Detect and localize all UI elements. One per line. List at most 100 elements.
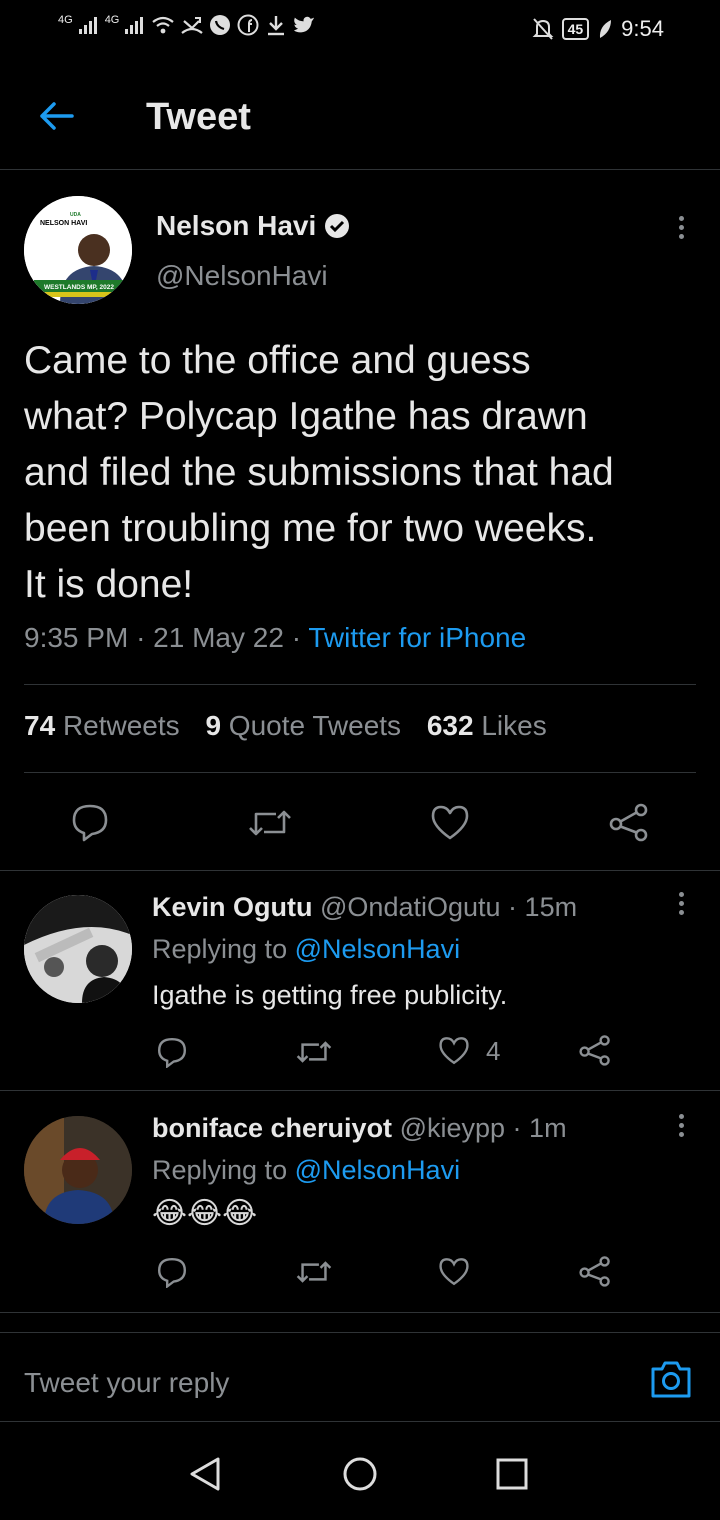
like-heart-icon[interactable] <box>430 804 470 842</box>
reply-more-options-icon[interactable] <box>666 1110 696 1150</box>
tweet-line: been troubling me for two weeks. <box>24 507 597 550</box>
mute-bell-icon <box>532 18 554 40</box>
retweets-stat[interactable]: 74 Retweets <box>24 710 180 741</box>
missed-call-icon <box>181 17 204 34</box>
replying-to-link[interactable]: @NelsonHavi <box>295 934 460 964</box>
clock: 9:54 <box>621 16 664 41</box>
avatar-image: NELSON HAVI UDA WESTLANDS MP, 2022 <box>24 196 132 304</box>
status-bar: 4G 4G 45 9:54 <box>0 0 720 62</box>
charging-icon <box>600 20 612 38</box>
more-options-icon[interactable] <box>666 212 696 252</box>
author-name[interactable]: Nelson Havi <box>156 210 350 242</box>
divider <box>0 870 720 871</box>
back-arrow-icon[interactable] <box>34 94 78 138</box>
author-avatar[interactable]: NELSON HAVI UDA WESTLANDS MP, 2022 <box>24 196 132 304</box>
reply-avatar[interactable] <box>24 895 132 1003</box>
share-icon[interactable] <box>578 1034 612 1066</box>
reply-author-handle[interactable]: @OndatiOgutu <box>320 892 501 922</box>
meta-separator: · <box>291 622 309 653</box>
reply-time: 15m <box>524 892 578 922</box>
signal-icon-2 <box>125 17 144 34</box>
reply-composer[interactable]: Tweet your reply <box>0 1332 720 1422</box>
facebook-icon <box>237 14 259 36</box>
tweet-date: 21 May 22 <box>153 622 284 653</box>
signal-label-2: 4G <box>104 14 120 26</box>
reply-more-options-icon[interactable] <box>666 888 696 928</box>
like-heart-icon[interactable] <box>438 1036 470 1066</box>
divider <box>24 772 696 773</box>
reply-header: Kevin Ogutu @OndatiOgutu · 15m <box>152 892 577 923</box>
tweet-line: It is done! <box>24 563 194 606</box>
reply-author-name[interactable]: Kevin Ogutu <box>152 892 313 922</box>
top-header: Tweet <box>0 70 720 170</box>
quotes-label: Quote Tweets <box>228 710 402 741</box>
nav-recents-icon[interactable] <box>496 1458 528 1490</box>
tweet-stats: 74 Retweets 9 Quote Tweets 632 Likes <box>24 710 565 742</box>
replying-prefix: Replying to <box>152 1155 288 1185</box>
likes-stat[interactable]: 632 Likes <box>427 710 547 741</box>
quotes-count: 9 <box>205 710 222 741</box>
share-icon[interactable] <box>578 1255 612 1287</box>
signal-icon <box>78 17 97 34</box>
retweet-icon[interactable] <box>296 1258 332 1286</box>
reply-text: 😂😂😂 <box>152 1197 258 1230</box>
like-heart-icon[interactable] <box>438 1257 470 1287</box>
retweet-icon[interactable] <box>248 806 292 840</box>
reply-header: boniface cheruiyot @kieypp · 1m <box>152 1113 567 1144</box>
avatar-badge-text: UDA <box>70 212 81 218</box>
download-icon <box>268 16 285 36</box>
meta-separator: · <box>136 622 154 653</box>
reply-author-handle[interactable]: @kieypp <box>400 1113 505 1143</box>
quotes-stat[interactable]: 9 Quote Tweets <box>205 710 401 741</box>
tweet-line: Came to the office and guess <box>24 339 531 382</box>
wifi-icon <box>152 16 175 34</box>
reply-input-placeholder[interactable]: Tweet your reply <box>24 1367 229 1399</box>
reply-text: Igathe is getting free publicity. <box>152 980 508 1010</box>
replying-to-link[interactable]: @NelsonHavi <box>295 1155 460 1185</box>
avatar-image <box>24 895 132 1003</box>
avatar-top-text: NELSON HAVI <box>40 220 87 227</box>
avatar-image <box>24 1116 132 1224</box>
system-nav-bar <box>0 1424 720 1520</box>
author-handle[interactable]: @NelsonHavi <box>156 260 328 292</box>
status-left: 4G 4G <box>58 14 315 36</box>
meta-separator: · <box>512 1113 530 1143</box>
replying-to: Replying to @NelsonHavi <box>152 1155 460 1186</box>
replying-prefix: Replying to <box>152 934 288 964</box>
retweets-label: Retweets <box>62 710 180 741</box>
nav-back-icon[interactable] <box>188 1456 222 1492</box>
signal-label-1: 4G <box>58 14 73 26</box>
status-right: 45 9:54 <box>532 16 664 42</box>
reply-icon[interactable] <box>70 802 110 842</box>
meta-separator: · <box>508 892 525 922</box>
tweet-source-link[interactable]: Twitter for iPhone <box>308 622 526 653</box>
like-count: 4 <box>486 1036 501 1066</box>
reply-icon[interactable] <box>156 1036 188 1068</box>
tweet-line: what? Polycap Igathe has drawn <box>24 395 588 438</box>
camera-icon[interactable] <box>650 1359 692 1399</box>
retweets-count: 74 <box>24 710 56 741</box>
likes-label: Likes <box>481 710 547 741</box>
tweet-text: Came to the office and guess what? Polyc… <box>24 333 704 613</box>
verified-badge-icon <box>325 214 350 238</box>
nav-home-icon[interactable] <box>342 1456 378 1492</box>
whatsapp-icon <box>210 15 231 35</box>
tweet-line: and filed the submissions that had <box>24 451 614 494</box>
reply-author-name[interactable]: boniface cheruiyot <box>152 1113 392 1143</box>
replying-to: Replying to @NelsonHavi <box>152 934 460 965</box>
share-icon[interactable] <box>608 802 650 842</box>
reply-avatar[interactable] <box>24 1116 132 1224</box>
likes-count: 632 <box>426 710 474 741</box>
author-name-text: Nelson Havi <box>156 210 317 241</box>
twitter-icon <box>294 16 315 33</box>
retweet-icon[interactable] <box>296 1038 332 1066</box>
avatar-bottom-text: WESTLANDS MP, 2022 <box>44 284 114 291</box>
reply-time: 1m <box>529 1113 567 1143</box>
tweet-meta: 9:35 PM · 21 May 22 · Twitter for iPhone <box>24 622 526 654</box>
page-title: Tweet <box>146 96 251 138</box>
tweet-time: 9:35 PM <box>24 622 129 653</box>
divider <box>0 1312 720 1313</box>
reply-icon[interactable] <box>156 1256 188 1288</box>
divider <box>0 1090 720 1091</box>
battery-level: 45 <box>561 18 590 40</box>
